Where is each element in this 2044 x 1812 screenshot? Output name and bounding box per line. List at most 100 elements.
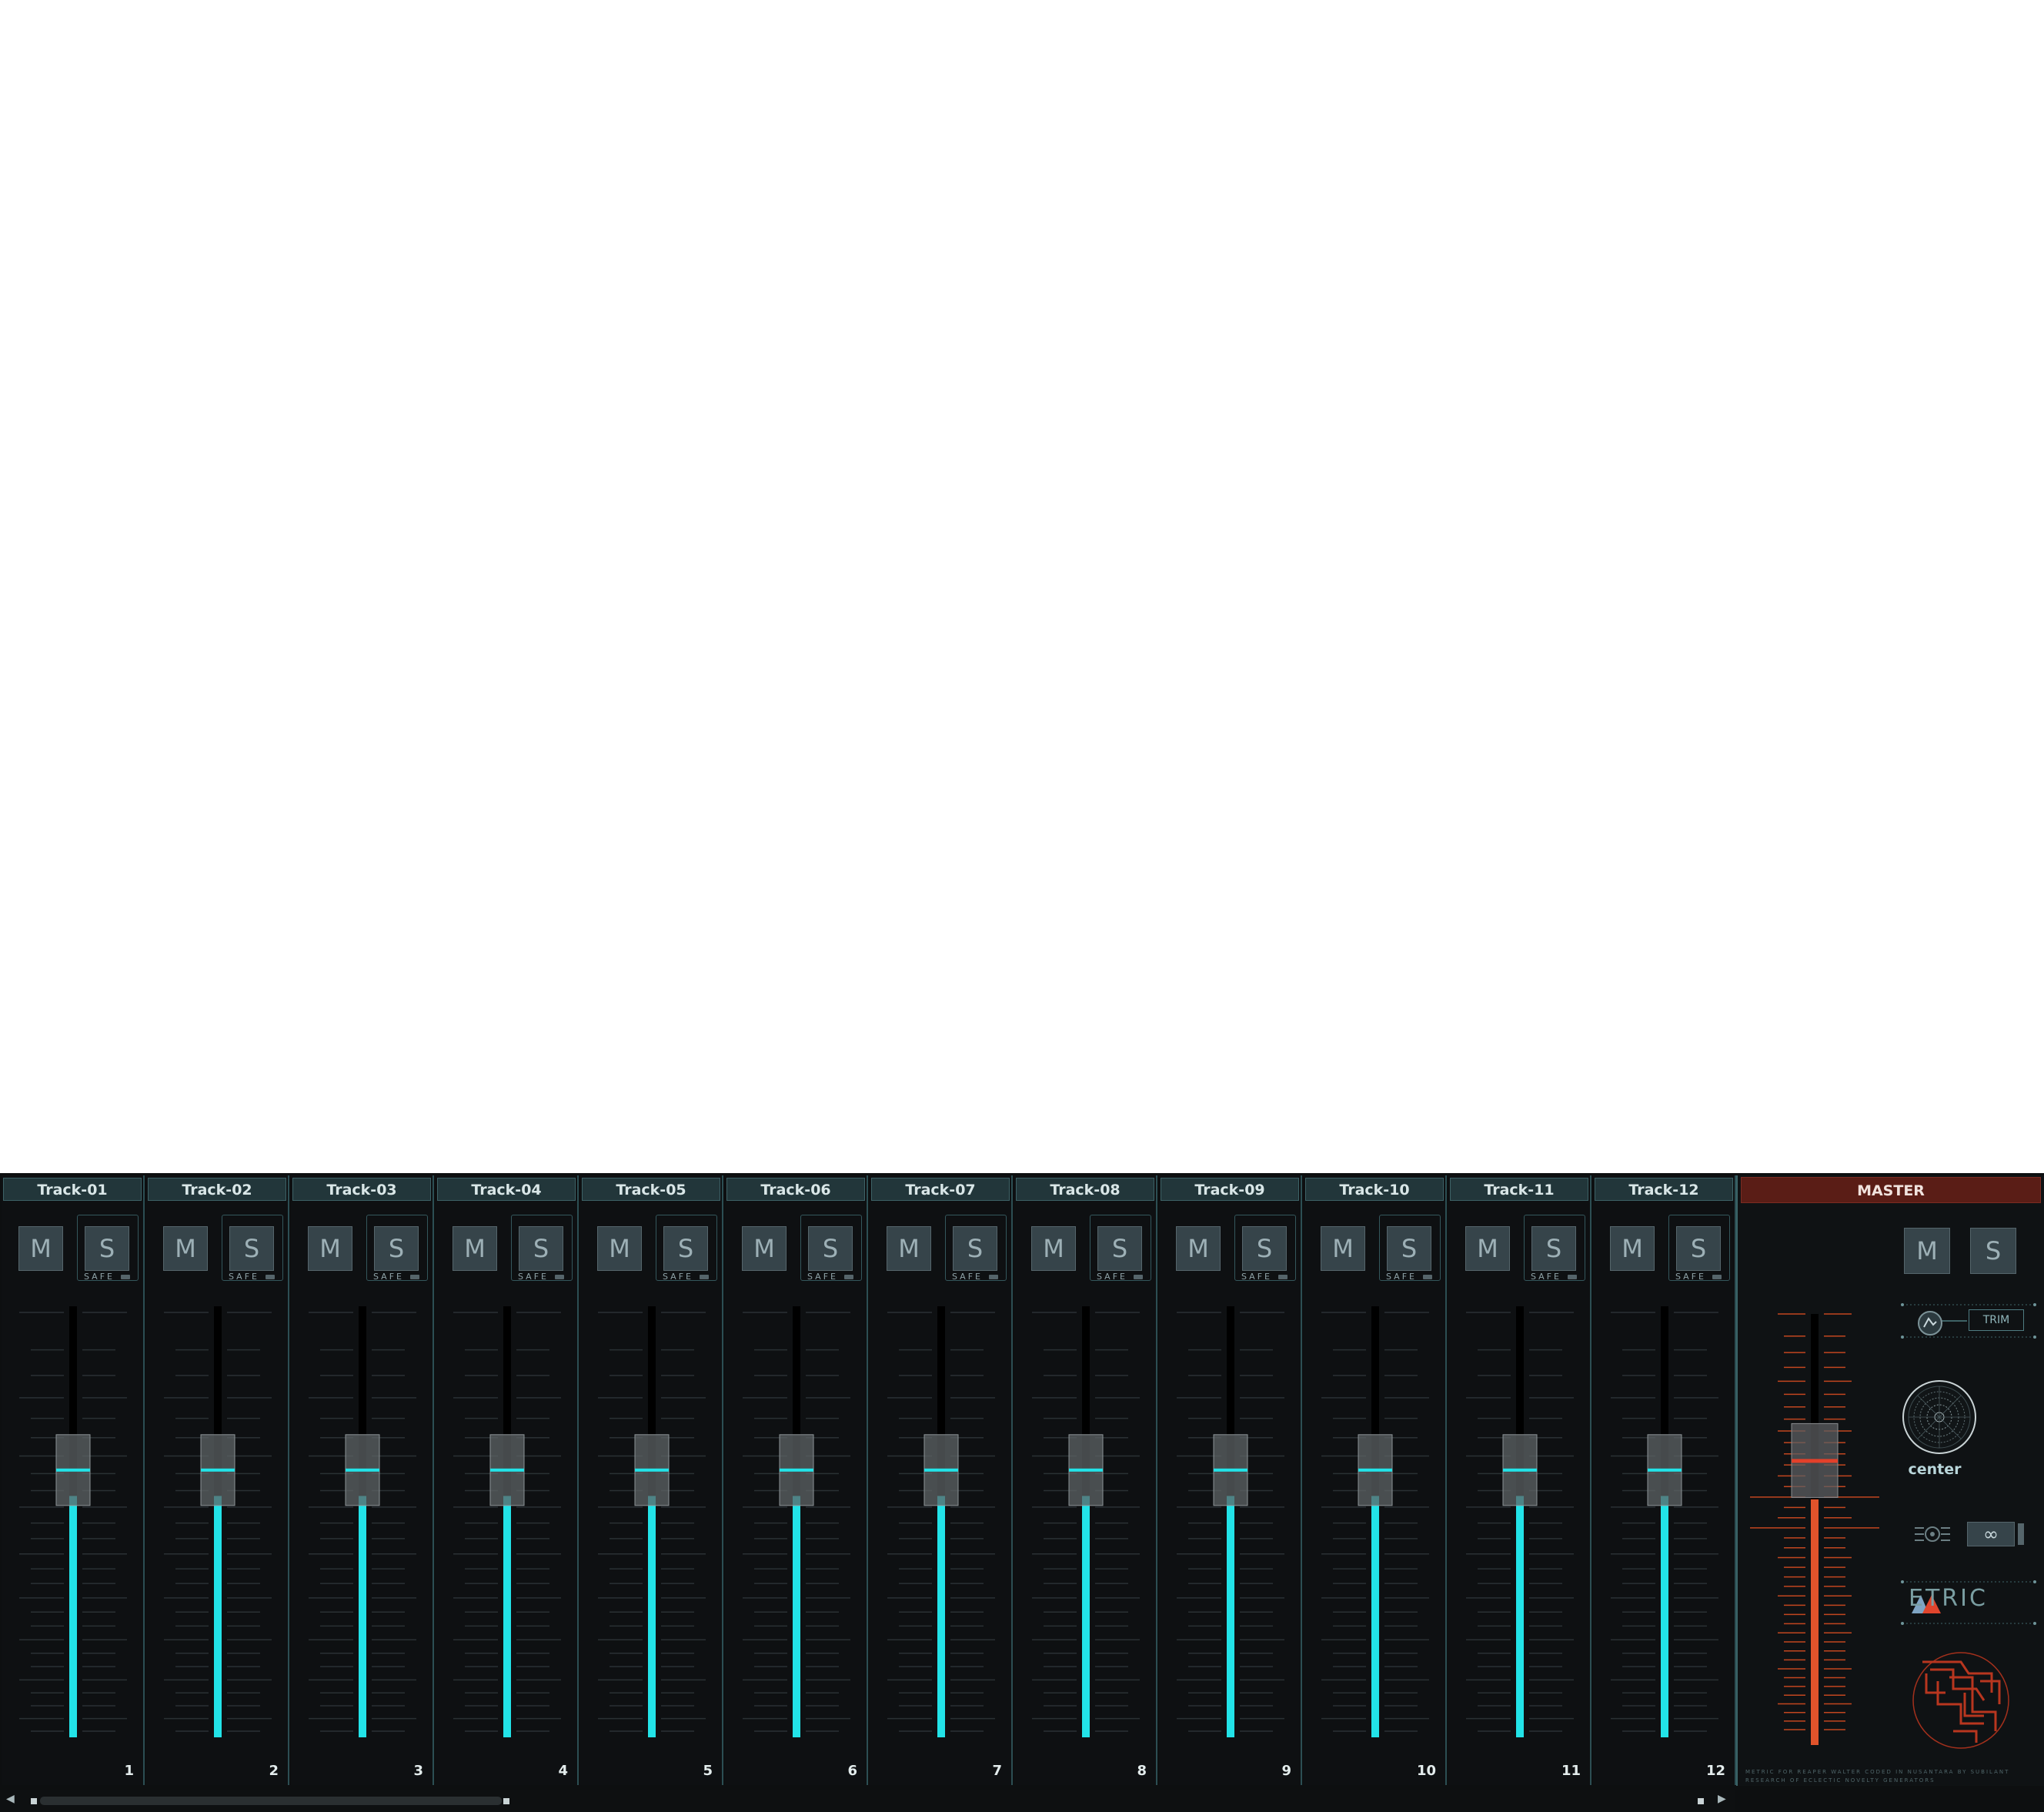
solo-button[interactable]: S <box>519 1226 563 1271</box>
mute-button[interactable]: M <box>887 1226 931 1271</box>
solo-button[interactable]: S <box>1097 1226 1142 1271</box>
track-name[interactable]: Track-07 <box>871 1178 1010 1201</box>
solo-button[interactable]: S <box>85 1226 129 1271</box>
safe-toggle[interactable] <box>844 1275 853 1279</box>
track-fader[interactable] <box>580 1299 723 1760</box>
track-name[interactable]: Track-04 <box>437 1178 576 1201</box>
mute-button[interactable]: M <box>18 1226 63 1271</box>
mute-button[interactable]: M <box>1321 1226 1365 1271</box>
track-name[interactable]: Track-10 <box>1305 1178 1444 1201</box>
level-meter <box>937 1496 945 1737</box>
envelope-icon[interactable] <box>1916 1309 1944 1337</box>
master-solo-button[interactable]: S <box>1970 1228 2016 1274</box>
track-number: 5 <box>703 1763 713 1779</box>
safe-label: SAFE <box>373 1272 404 1282</box>
track-fader[interactable] <box>1593 1299 1736 1760</box>
track-strip: Track-08 M S SAFE 8 <box>1014 1175 1157 1785</box>
safe-toggle[interactable] <box>121 1275 130 1279</box>
track-number: 3 <box>413 1763 423 1779</box>
safe-label: SAFE <box>663 1272 693 1282</box>
track-strip: Track-09 M S SAFE 9 <box>1159 1175 1302 1785</box>
mute-button[interactable]: M <box>308 1226 352 1271</box>
track-name[interactable]: Track-01 <box>3 1178 142 1201</box>
trim-button[interactable]: TRIM <box>1969 1309 2024 1331</box>
master-fader[interactable] <box>1738 1283 1899 1760</box>
mute-button[interactable]: M <box>1465 1226 1510 1271</box>
track-fader[interactable] <box>1448 1299 1591 1760</box>
safe-toggle[interactable] <box>1568 1275 1577 1279</box>
track-fader[interactable] <box>1304 1299 1447 1760</box>
track-name[interactable]: Track-03 <box>292 1178 431 1201</box>
solo-button[interactable]: S <box>808 1226 853 1271</box>
track-strip: Track-11 M S SAFE 11 <box>1448 1175 1591 1785</box>
horizontal-scrollbar[interactable]: ◀ ▶ <box>0 1790 1735 1812</box>
track-fader[interactable] <box>436 1299 579 1760</box>
track-name[interactable]: Track-05 <box>582 1178 720 1201</box>
track-name[interactable]: Track-06 <box>726 1178 865 1201</box>
solo-button[interactable]: S <box>1387 1226 1431 1271</box>
safe-label: SAFE <box>1675 1272 1706 1282</box>
mute-button[interactable]: M <box>1176 1226 1221 1271</box>
mute-button[interactable]: M <box>163 1226 208 1271</box>
track-name[interactable]: Track-09 <box>1161 1178 1299 1201</box>
safe-label: SAFE <box>229 1272 259 1282</box>
safe-label: SAFE <box>1241 1272 1272 1282</box>
mute-button[interactable]: M <box>597 1226 642 1271</box>
track-name[interactable]: Track-02 <box>148 1178 286 1201</box>
solo-button[interactable]: S <box>374 1226 419 1271</box>
master-mute-button[interactable]: M <box>1904 1228 1950 1274</box>
track-fader[interactable] <box>870 1299 1013 1760</box>
track-fader[interactable] <box>291 1299 434 1760</box>
level-meter <box>1661 1496 1668 1737</box>
safe-toggle[interactable] <box>1278 1275 1288 1279</box>
mute-button[interactable]: M <box>742 1226 787 1271</box>
safe-toggle[interactable] <box>410 1275 419 1279</box>
mute-button[interactable]: M <box>453 1226 497 1271</box>
track-strip: Track-02 M S SAFE 2 <box>146 1175 289 1785</box>
track-name[interactable]: Track-11 <box>1450 1178 1588 1201</box>
link-indicator <box>2018 1523 2024 1545</box>
fader-cap-indicator <box>780 1468 813 1472</box>
solo-button[interactable]: S <box>1242 1226 1287 1271</box>
level-meter <box>1516 1496 1524 1737</box>
solo-button[interactable]: S <box>1676 1226 1721 1271</box>
master-title: MASTER <box>1741 1177 2041 1203</box>
solo-button[interactable]: S <box>1531 1226 1576 1271</box>
level-meter <box>503 1496 511 1737</box>
fader-cap-indicator <box>490 1468 524 1472</box>
track-strip: Track-10 M S SAFE 10 <box>1304 1175 1447 1785</box>
safe-toggle[interactable] <box>700 1275 709 1279</box>
scrollbar-thumb[interactable] <box>40 1797 502 1805</box>
track-number: 7 <box>992 1763 1002 1779</box>
track-fader[interactable] <box>1159 1299 1302 1760</box>
safe-toggle[interactable] <box>1712 1275 1722 1279</box>
track-fader[interactable] <box>2 1299 145 1760</box>
safe-toggle[interactable] <box>989 1275 998 1279</box>
track-name[interactable]: Track-08 <box>1016 1178 1154 1201</box>
track-fader[interactable] <box>146 1299 289 1760</box>
solo-button[interactable]: S <box>229 1226 274 1271</box>
safe-toggle[interactable] <box>1423 1275 1432 1279</box>
scroll-right-cap <box>1698 1798 1704 1804</box>
mute-button[interactable]: M <box>1031 1226 1076 1271</box>
safe-toggle[interactable] <box>555 1275 564 1279</box>
track-number: 12 <box>1705 1763 1725 1779</box>
safe-toggle[interactable] <box>266 1275 275 1279</box>
safe-toggle[interactable] <box>1134 1275 1143 1279</box>
link-icon[interactable]: ∞ <box>1967 1522 2015 1546</box>
pan-knob-icon[interactable] <box>1901 1379 1978 1456</box>
gear-icon[interactable] <box>1913 1519 1952 1550</box>
scroll-left-icon[interactable]: ◀ <box>6 1793 15 1805</box>
track-number: 8 <box>1137 1763 1147 1779</box>
fader-cap-indicator <box>635 1468 669 1472</box>
scroll-right-icon[interactable]: ▶ <box>1718 1793 1726 1805</box>
fader-cap-indicator <box>1214 1468 1247 1472</box>
track-fader[interactable] <box>725 1299 868 1760</box>
safe-label: SAFE <box>518 1272 549 1282</box>
solo-button[interactable]: S <box>953 1226 997 1271</box>
track-fader[interactable] <box>1014 1299 1157 1760</box>
solo-button[interactable]: S <box>663 1226 708 1271</box>
level-meter <box>793 1496 800 1737</box>
track-name[interactable]: Track-12 <box>1595 1178 1733 1201</box>
mute-button[interactable]: M <box>1610 1226 1655 1271</box>
